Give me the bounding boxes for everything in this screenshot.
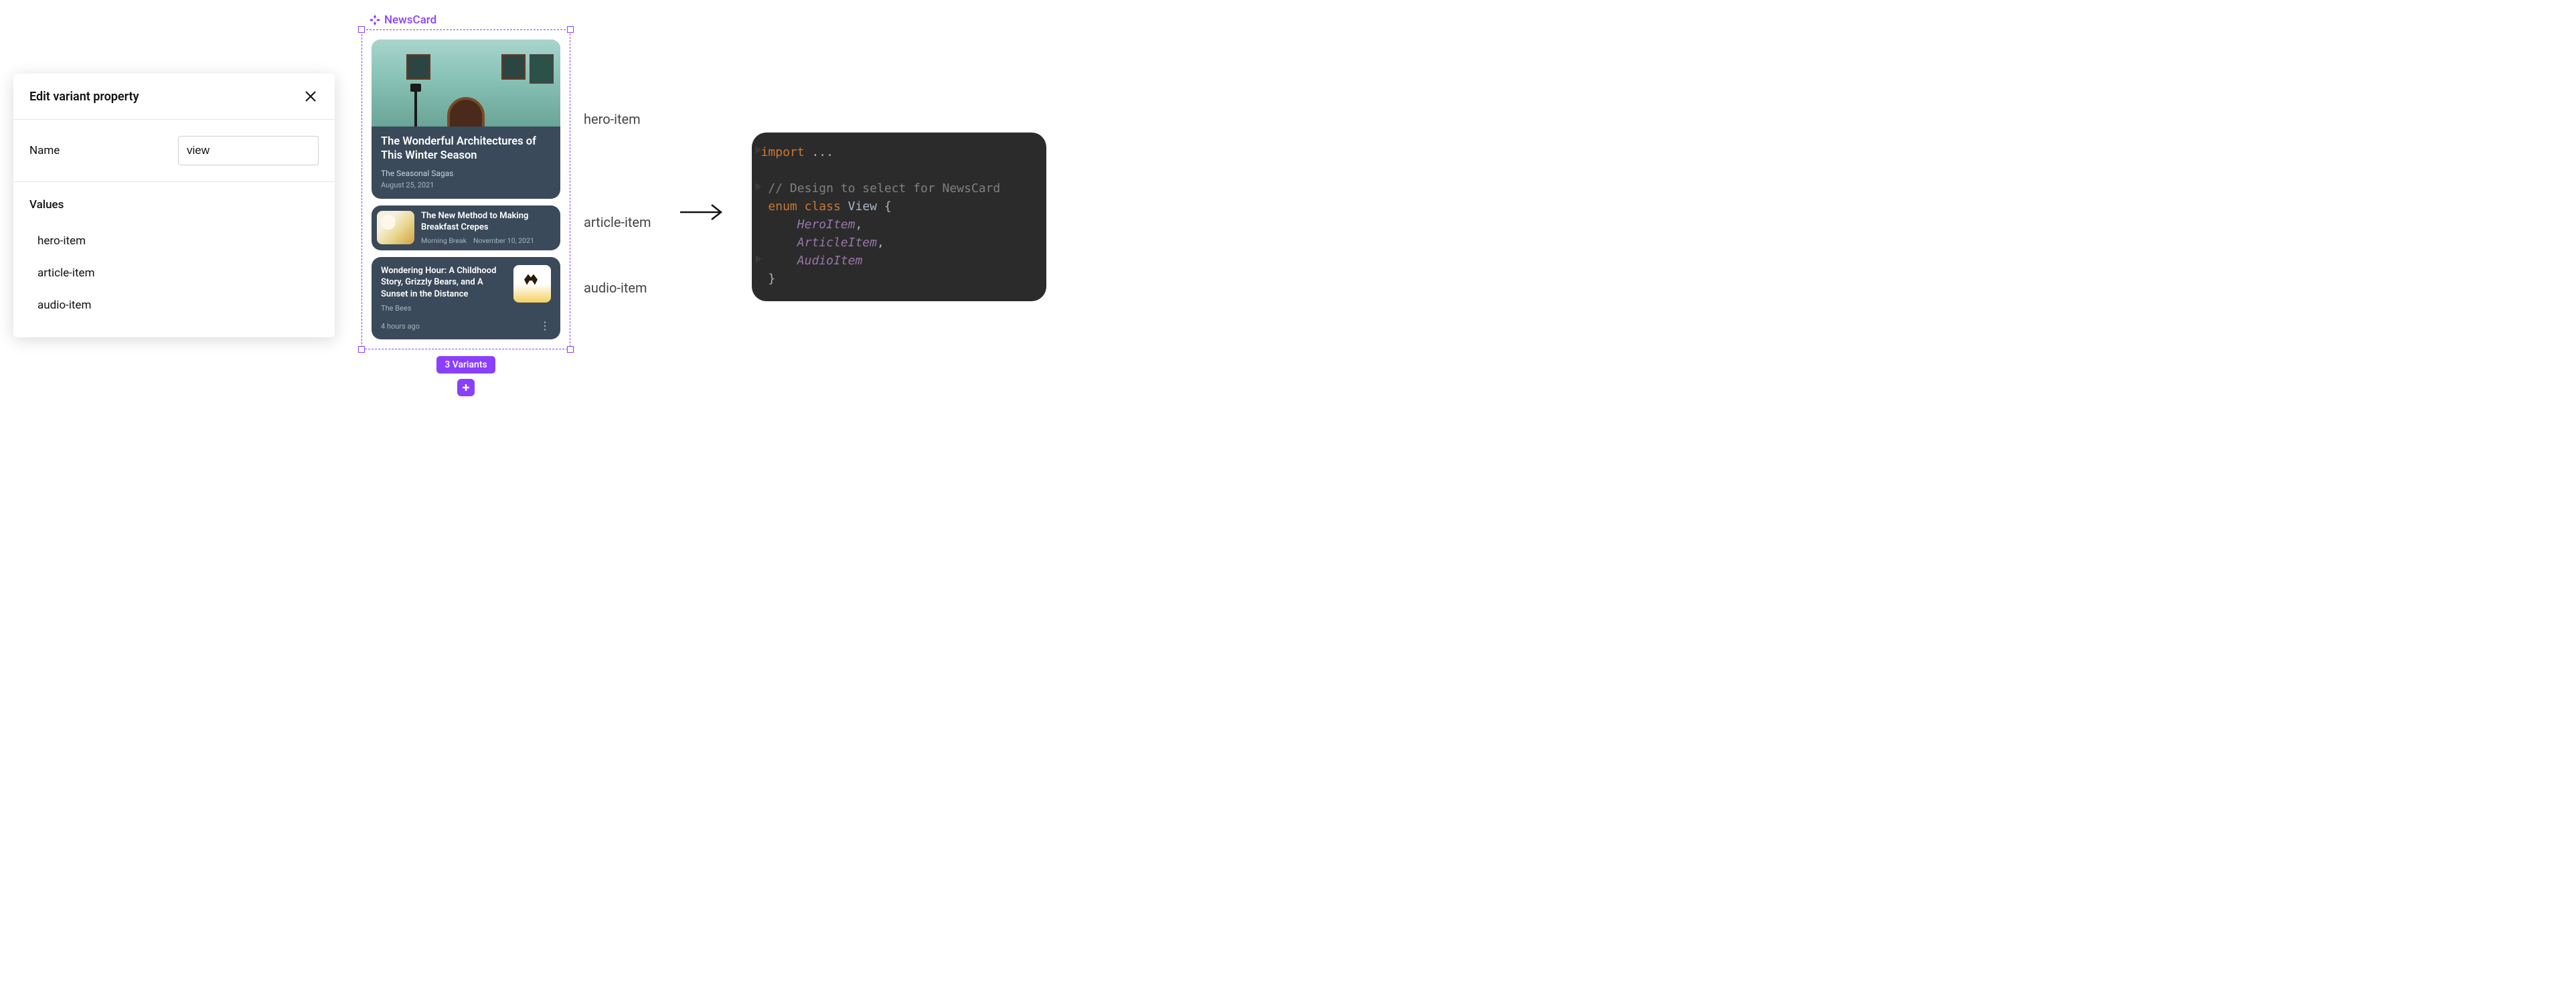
code-enum-name: View { (841, 199, 892, 214)
hero-date: August 25, 2021 (381, 181, 551, 189)
component-icon (370, 15, 380, 25)
value-item-hero[interactable]: hero-item (37, 225, 319, 257)
panel-header: Edit variant property (13, 74, 335, 120)
code-comment: // Design to select for NewsCard (768, 181, 1000, 195)
code-import-rest: ... (805, 145, 833, 159)
article-thumb (377, 211, 414, 244)
variants-badge[interactable]: 3 Variants (436, 356, 495, 374)
annotation-audio: audio-item (584, 280, 651, 296)
annotation-article: article-item (584, 214, 651, 230)
values-section: Values hero-item article-item audio-item (13, 182, 335, 337)
resize-handle-br[interactable] (567, 346, 574, 353)
code-close: } (768, 272, 775, 286)
values-heading: Values (29, 198, 319, 212)
audio-item-card[interactable]: Wondering Hour: A Childhood Story, Grizz… (372, 257, 560, 340)
plus-icon (461, 383, 471, 392)
add-variant-button[interactable] (457, 379, 475, 396)
panel-title: Edit variant property (29, 90, 139, 104)
annotation-hero: hero-item (584, 111, 651, 127)
hero-title: The Wonderful Architectures of This Wint… (381, 135, 551, 163)
component-label[interactable]: NewsCard (370, 13, 436, 27)
code-enum-kw: enum (768, 199, 797, 214)
hero-image (372, 39, 560, 127)
close-icon[interactable] (303, 88, 319, 104)
value-item-audio[interactable]: audio-item (37, 289, 319, 321)
code-block: import ... // Design to select for NewsC… (752, 133, 1046, 301)
hero-item-card[interactable]: The Wonderful Architectures of This Wint… (372, 39, 560, 199)
resize-handle-tr[interactable] (567, 26, 574, 33)
audio-author: The Bees (381, 304, 507, 313)
article-item-card[interactable]: The New Method to Making Breakfast Crepe… (372, 205, 560, 250)
name-label: Name (29, 144, 60, 157)
code-column: import ... // Design to select for NewsC… (752, 13, 1046, 301)
gutter-fold-icon[interactable] (754, 255, 762, 263)
component-name: NewsCard (384, 13, 436, 27)
article-title: The New Method to Making Breakfast Crepe… (421, 211, 555, 234)
code-member-1: HeroItem (797, 218, 856, 232)
arrow-column (678, 13, 725, 225)
hero-subtitle: The Seasonal Sagas (381, 169, 551, 178)
canvas-area: NewsCard The Wonderful Arc (361, 13, 651, 396)
name-input[interactable] (178, 136, 319, 165)
code-import-kw: import (761, 145, 805, 159)
value-item-article[interactable]: article-item (37, 257, 319, 289)
code-member-3: AudioItem (797, 254, 863, 268)
edit-variant-panel: Edit variant property Name Values hero-i… (13, 74, 335, 337)
arrow-right-icon (678, 202, 725, 222)
article-source: Morning Break (421, 236, 467, 245)
resize-handle-bl[interactable] (358, 346, 365, 353)
audio-thumb (513, 265, 551, 303)
annotations-column: hero-item article-item audio-item (584, 13, 651, 296)
resize-handle-tl[interactable] (358, 26, 365, 33)
more-icon[interactable]: ⋮ (540, 321, 551, 331)
audio-time: 4 hours ago (381, 322, 420, 331)
code-member-2: ArticleItem (797, 236, 877, 250)
audio-title: Wondering Hour: A Childhood Story, Grizz… (381, 265, 507, 301)
article-date: November 10, 2021 (473, 236, 534, 245)
code-class-kw: class (805, 199, 841, 214)
selection-frame[interactable]: The Wonderful Architectures of This Wint… (361, 29, 570, 349)
gutter-fold-icon[interactable] (754, 183, 762, 191)
name-row: Name (13, 120, 335, 182)
